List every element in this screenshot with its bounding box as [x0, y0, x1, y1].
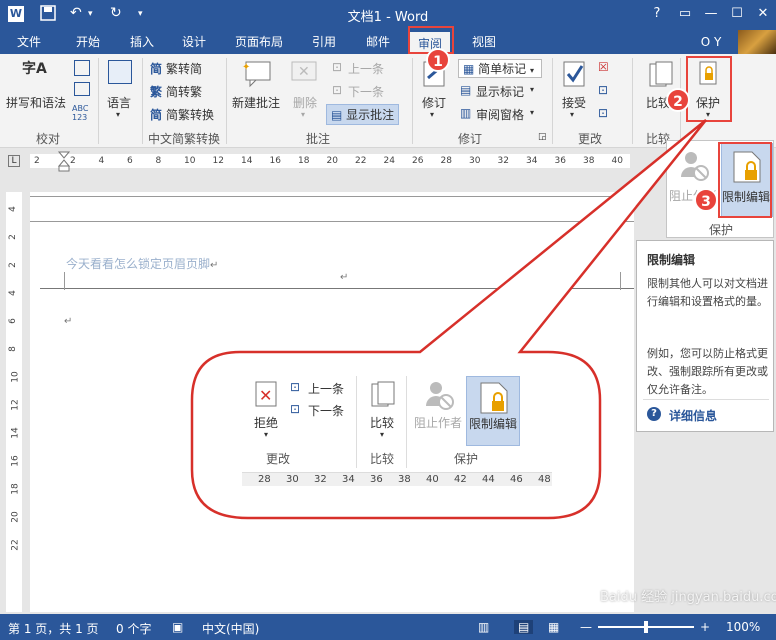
word-count[interactable]: 0 个字 [116, 620, 151, 637]
svg-text:✕: ✕ [259, 386, 272, 405]
callout-reject-icon: ✕ [254, 380, 278, 411]
callout-restrict-icon [479, 381, 509, 418]
proofing-status-icon[interactable]: ▣ [172, 620, 183, 634]
callout-ruler-number: 28 [258, 474, 271, 485]
callout-reject-dropdown-icon[interactable]: ▾ [264, 430, 268, 439]
callout-separator [406, 376, 407, 468]
callout-ruler-number: 46 [510, 474, 523, 485]
callout-block-icon [424, 380, 454, 415]
callout-content: ✕ 拒绝 ▾ ⊡ 上一条 ⊡ 下一条 更改 比较 ▾ 比较 阻止作者 限制编辑 … [236, 368, 566, 488]
callout-ruler-number: 48 [538, 474, 551, 485]
callout-next-icon: ⊡ [290, 402, 301, 416]
status-bar: 第 1 页，共 1 页 0 个字 ▣ 中文(中国) ▥ ▤ ▦ — + 100% [0, 614, 776, 640]
page-count[interactable]: 第 1 页，共 1 页 [8, 620, 99, 637]
callout-restrict-label: 限制编辑 [469, 417, 518, 431]
callout-ruler-number: 30 [286, 474, 299, 485]
callout-ruler-number: 34 [342, 474, 355, 485]
step-badge-2: 2 [666, 88, 690, 112]
read-mode-icon[interactable]: ▥ [478, 620, 489, 634]
zoom-out-button[interactable]: — [580, 620, 592, 634]
callout-block-button[interactable]: 阻止作者 [414, 414, 462, 431]
callout-group-changes: 更改 [266, 452, 291, 466]
callout-compare-dropdown-icon[interactable]: ▾ [380, 430, 384, 439]
watermark: Baidu 经验 jingyan.baidu.com [600, 590, 776, 605]
callout-next-button[interactable]: 下一条 [308, 402, 344, 419]
callout-prev-icon: ⊡ [290, 380, 301, 394]
callout-group-protect: 保护 [454, 452, 479, 466]
zoom-callout [190, 119, 707, 520]
zoom-slider-thumb[interactable] [644, 621, 648, 633]
callout-group-compare: 比较 [370, 452, 395, 466]
callout-ruler-number: 42 [454, 474, 467, 485]
callout-separator [356, 376, 357, 468]
step-badge-3: 3 [694, 188, 718, 212]
web-layout-icon[interactable]: ▦ [548, 620, 559, 634]
callout-ruler-number: 38 [398, 474, 411, 485]
callout-restrict-button[interactable]: 限制编辑 [466, 376, 520, 446]
zoom-level[interactable]: 100% [726, 620, 760, 634]
step-badge-1: 1 [426, 48, 450, 72]
callout-ruler-number: 40 [426, 474, 439, 485]
callout-reject-button[interactable]: 拒绝 [254, 414, 278, 431]
callout-ruler-number: 44 [482, 474, 495, 485]
language-status[interactable]: 中文(中国) [202, 620, 259, 637]
callout-ruler-number: 36 [370, 474, 383, 485]
callout-prev-button[interactable]: 上一条 [308, 380, 344, 397]
callout-compare-icon [370, 380, 396, 411]
zoom-in-button[interactable]: + [700, 620, 710, 634]
callout-compare-button[interactable]: 比较 [370, 414, 394, 431]
callout-ruler-number: 32 [314, 474, 327, 485]
print-layout-icon[interactable]: ▤ [514, 620, 534, 634]
